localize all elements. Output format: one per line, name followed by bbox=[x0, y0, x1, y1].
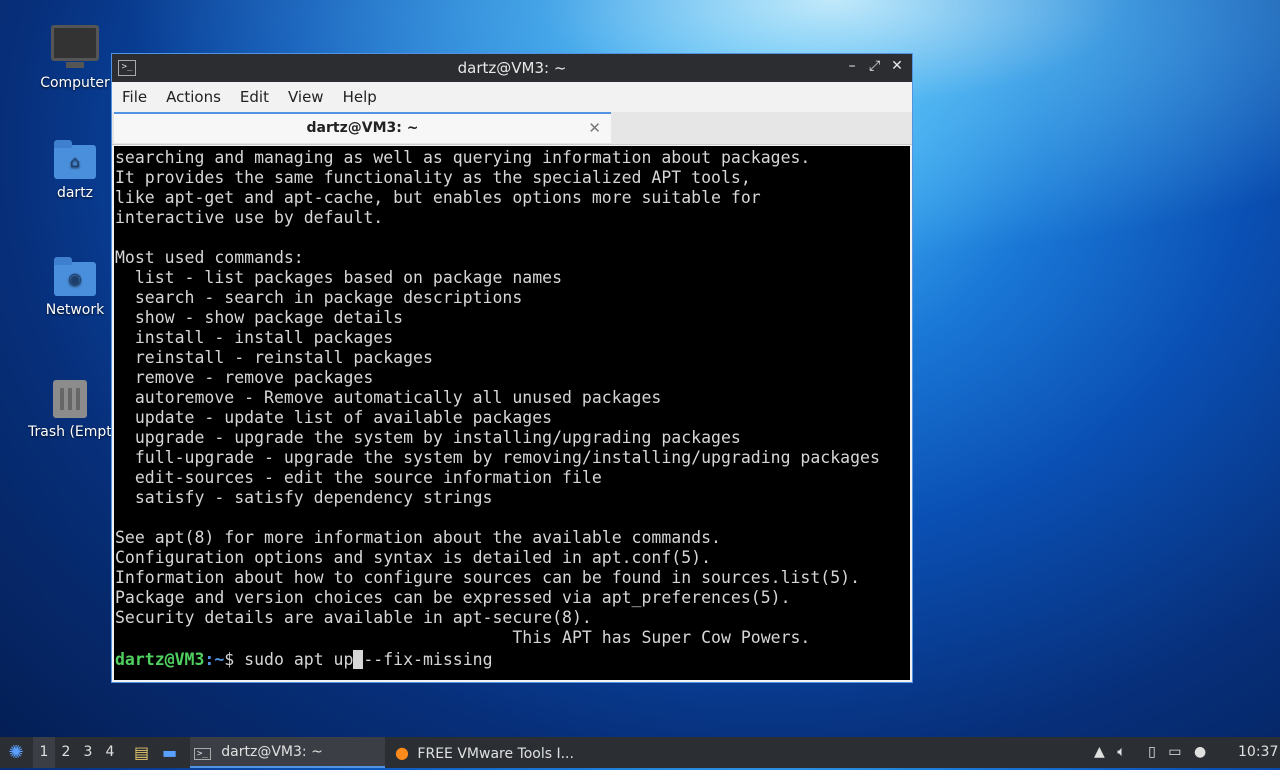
desktop-icon-label: dartz bbox=[56, 185, 94, 201]
maximize-icon[interactable]: ⤢ bbox=[866, 58, 884, 74]
terminal-task-icon: >_ bbox=[194, 748, 211, 760]
volume-icon[interactable]: 🔈︎ bbox=[1117, 737, 1125, 768]
network-folder-icon: ◉ bbox=[54, 257, 96, 296]
terminal-line: upgrade - upgrade the system by installi… bbox=[134, 428, 741, 447]
task-label: FREE VMware Tools I... bbox=[417, 746, 574, 762]
prompt-user-host: dartz@VM3 bbox=[115, 650, 205, 669]
terminal-line: autoremove - Remove automatically all un… bbox=[134, 388, 662, 407]
terminal-line: reinstall - reinstall packages bbox=[134, 348, 433, 367]
tab-close-icon[interactable]: ✕ bbox=[588, 114, 601, 142]
window-title: dartz@VM3: ~ bbox=[457, 59, 567, 77]
menu-view[interactable]: View bbox=[278, 82, 333, 106]
terminal-tab[interactable]: dartz@VM3: ~ ✕ bbox=[114, 112, 611, 143]
terminal-line: interactive use by default. bbox=[115, 208, 384, 227]
window-titlebar[interactable]: >_ dartz@VM3: ~ – ⤢ ✕ bbox=[112, 54, 912, 82]
desktop-icon-trash[interactable]: Trash (Empty) bbox=[22, 380, 118, 440]
desktop-icon-label: Computer bbox=[40, 75, 110, 91]
update-notifier-icon[interactable]: ● bbox=[1194, 737, 1206, 768]
command-text: sudo apt up bbox=[244, 650, 354, 669]
task-terminal[interactable]: >_ dartz@VM3: ~ bbox=[190, 737, 385, 768]
command-text-after: --fix-missing bbox=[363, 650, 493, 669]
terminal-line: This APT has Super Cow Powers. bbox=[512, 628, 811, 647]
file-manager-launcher-icon[interactable]: ▤ bbox=[134, 737, 154, 768]
terminal-text: searching and managing as well as queryi… bbox=[114, 146, 910, 648]
workspace-3[interactable]: 3 bbox=[77, 737, 99, 768]
computer-icon bbox=[51, 25, 99, 68]
desktop-icon-computer[interactable]: Computer bbox=[30, 25, 120, 91]
terminal-line: satisfy - satisfy dependency strings bbox=[134, 488, 493, 507]
show-desktop-icon[interactable]: ▬ bbox=[162, 737, 184, 768]
terminal-line: See apt(8) for more information about th… bbox=[115, 528, 721, 547]
menu-help[interactable]: Help bbox=[333, 82, 386, 106]
task-firefox[interactable]: ● FREE VMware Tools I... bbox=[393, 737, 605, 768]
terminal-line: Information about how to configure sourc… bbox=[115, 568, 861, 587]
desktop-icon-label: Network bbox=[45, 302, 105, 318]
taskbar: ✺ 1234 ▤ ▬ >_ dartz@VM3: ~ ● FREE VMware… bbox=[0, 737, 1280, 768]
text-cursor bbox=[353, 650, 364, 669]
prompt-symbol: $ bbox=[224, 650, 245, 669]
trash-icon bbox=[53, 380, 87, 418]
terminal-window: >_ dartz@VM3: ~ – ⤢ ✕ File Actions Edit Vie… bbox=[111, 53, 913, 683]
terminal-line: edit-sources - edit the source informati… bbox=[134, 468, 602, 487]
desktop-icon-home[interactable]: ⌂ dartz bbox=[30, 140, 120, 201]
network-tray-icon[interactable]: ▭ bbox=[1168, 737, 1181, 768]
terminal-line: like apt-get and apt-cache, but enables … bbox=[115, 188, 761, 207]
terminal-line: list - list packages based on package na… bbox=[134, 268, 563, 287]
workspace-2[interactable]: 2 bbox=[55, 737, 77, 768]
terminal-line: Most used commands: bbox=[115, 248, 304, 267]
terminal-line: Package and version choices can be expre… bbox=[115, 588, 791, 607]
terminal-line: install - install packages bbox=[134, 328, 394, 347]
terminal-output[interactable]: searching and managing as well as queryi… bbox=[114, 146, 910, 680]
menu-file[interactable]: File bbox=[112, 82, 156, 106]
minimize-icon[interactable]: – bbox=[843, 58, 861, 74]
clock[interactable]: 10:37 bbox=[1238, 737, 1278, 768]
terminal-line: Configuration options and syntax is deta… bbox=[115, 548, 712, 567]
desktop-icon-network[interactable]: ◉ Network bbox=[30, 257, 120, 318]
terminal-line: search - search in package descriptions bbox=[134, 288, 523, 307]
prompt-path: :~ bbox=[204, 650, 225, 669]
terminal-line: remove - remove packages bbox=[134, 368, 374, 387]
workspace-1[interactable]: 1 bbox=[33, 737, 55, 768]
tab-bar: dartz@VM3: ~ ✕ bbox=[112, 112, 912, 145]
menu-edit[interactable]: Edit bbox=[230, 82, 278, 106]
close-icon[interactable]: ✕ bbox=[888, 58, 906, 74]
home-folder-icon: ⌂ bbox=[54, 140, 96, 179]
workspace-4[interactable]: 4 bbox=[99, 737, 121, 768]
desktop-icon-label: Trash (Empty) bbox=[28, 424, 118, 440]
terminal-line: searching and managing as well as queryi… bbox=[115, 148, 811, 167]
terminal-line: Security details are available in apt-se… bbox=[115, 608, 592, 627]
tab-label: dartz@VM3: ~ bbox=[306, 120, 419, 136]
firefox-icon: ● bbox=[395, 743, 409, 762]
terminal-line: show - show package details bbox=[134, 308, 404, 327]
task-label: dartz@VM3: ~ bbox=[221, 744, 323, 760]
start-menu-icon[interactable]: ✺ bbox=[4, 737, 28, 768]
terminal-prompt-line[interactable]: dartz@VM3:~$ sudo apt up --fix-missing bbox=[114, 648, 910, 670]
terminal-line: full-upgrade - upgrade the system by rem… bbox=[134, 448, 880, 467]
terminal-line: update - update list of available packag… bbox=[134, 408, 553, 427]
terminal-line: It provides the same functionality as th… bbox=[115, 168, 751, 187]
menu-bar: File Actions Edit View Help bbox=[112, 82, 912, 112]
menu-actions[interactable]: Actions bbox=[156, 82, 230, 106]
tray-scroll-icon[interactable]: ▲ bbox=[1094, 737, 1105, 768]
clipboard-icon[interactable]: ▯ bbox=[1148, 737, 1156, 768]
